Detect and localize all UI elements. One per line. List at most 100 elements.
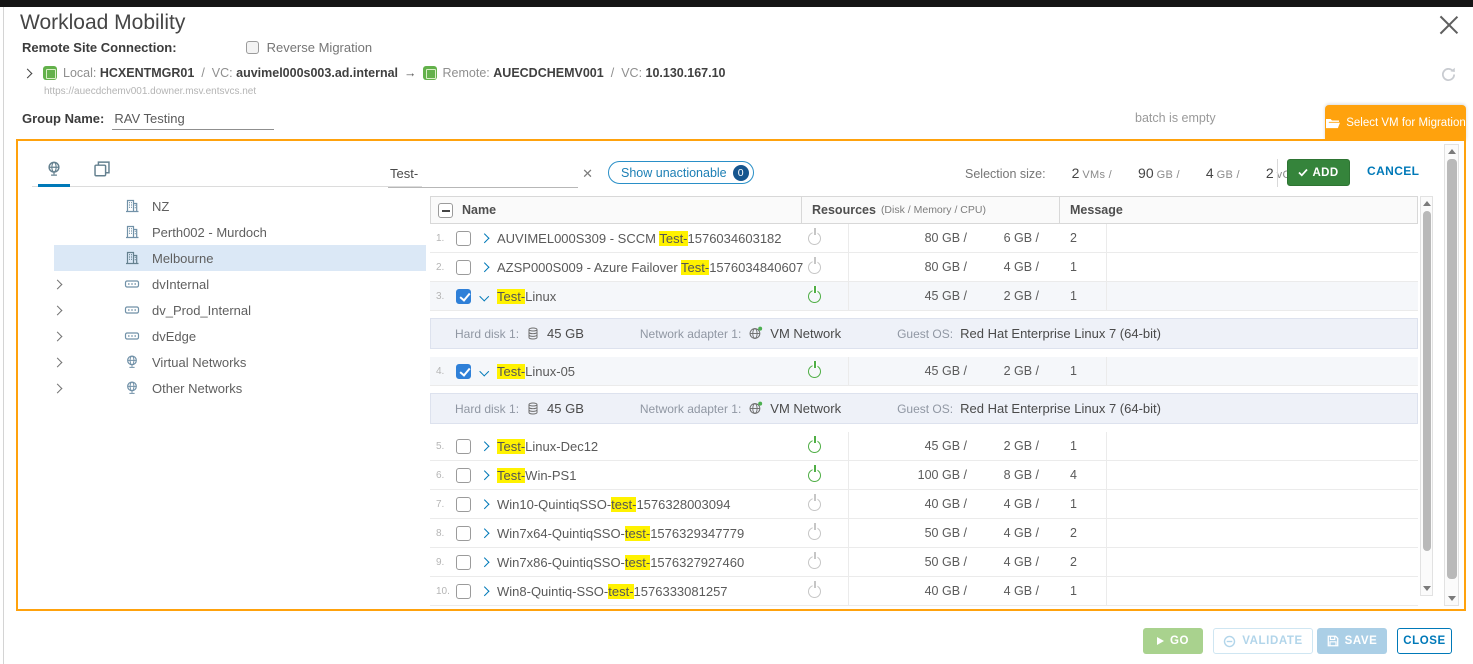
tree-expand-chevron-icon[interactable] — [53, 383, 63, 393]
table-row[interactable]: 7. Win10-QuintiqSSO-test-1576328003094 4… — [430, 490, 1418, 519]
row-checkbox[interactable] — [456, 364, 471, 379]
table-row[interactable]: 1. AUVIMEL000S309 - SCCM Test-1576034603… — [430, 224, 1418, 253]
vm-name-text: 1576034840607 — [709, 260, 803, 275]
tab-networks-view[interactable] — [40, 155, 68, 183]
expand-chevron-icon[interactable] — [480, 233, 489, 242]
vm-selection-panel: NZ Perth002 - Murdoch Melbourne dvIntern… — [16, 139, 1466, 611]
validate-button[interactable]: VALIDATE — [1213, 628, 1313, 654]
expand-chevron-icon[interactable] — [480, 262, 489, 271]
vm-search-input[interactable] — [388, 163, 578, 188]
power-icon — [808, 556, 821, 569]
guest-os-value: Red Hat Enterprise Linux 7 (64-bit) — [960, 401, 1161, 416]
row-checkbox[interactable] — [456, 231, 471, 246]
row-checkbox[interactable] — [456, 555, 471, 570]
expand-chevron-icon[interactable] — [480, 441, 489, 450]
tree-expand-chevron-icon[interactable] — [53, 331, 63, 341]
vm-name: Win7x86-QuintiqSSO-test-1576327927460 — [497, 555, 808, 570]
expand-chevron-icon[interactable] — [480, 470, 489, 479]
sidebar-item-perth002[interactable]: Perth002 - Murdoch — [18, 219, 426, 245]
row-checkbox[interactable] — [456, 289, 471, 304]
row-checkbox[interactable] — [456, 260, 471, 275]
separator: / — [611, 66, 614, 80]
close-button[interactable]: CLOSE — [1397, 628, 1452, 654]
vm-name: Test-Linux-Dec12 — [497, 439, 808, 454]
selection-size-summary: Selection size: 2VMs / 90GB / 4GB / 2vCP… — [965, 165, 1307, 181]
expand-chevron-icon[interactable] — [480, 586, 489, 595]
resources-cell: 80 GB /6 GB /2 — [848, 224, 1106, 252]
table-row[interactable]: 6. Test-Win-PS1 100 GB /8 GB /4 — [430, 461, 1418, 490]
power-icon — [808, 232, 821, 245]
tree-expand-chevron-icon[interactable] — [53, 305, 63, 315]
sidebar-item-dvinternal[interactable]: dvInternal — [18, 271, 426, 297]
tree-tab-bar — [32, 153, 422, 187]
row-checkbox[interactable] — [456, 497, 471, 512]
sidebar-item-virtual-networks[interactable]: Virtual Networks — [18, 349, 426, 375]
scrollbar-thumb[interactable] — [1423, 211, 1431, 551]
expand-chevron-icon[interactable] — [480, 528, 489, 537]
show-unactionable-button[interactable]: Show unactionable 0 — [608, 161, 754, 184]
expand-chevron-icon[interactable] — [480, 557, 489, 566]
vm-name-text: Win7x64-QuintiqSSO- — [497, 526, 625, 541]
select-all-checkbox[interactable] — [438, 203, 453, 218]
scroll-down-icon[interactable] — [1448, 596, 1456, 601]
scroll-up-icon[interactable] — [1448, 149, 1456, 154]
tree-expand-chevron-icon[interactable] — [53, 279, 63, 289]
vm-name-highlight: Test- — [681, 260, 709, 275]
clear-search-icon[interactable]: ✕ — [582, 166, 593, 182]
expand-chevron-icon[interactable] — [480, 291, 489, 300]
host-stack-icon — [93, 160, 111, 178]
table-row[interactable]: 5. Test-Linux-Dec12 45 GB /2 GB /1 — [430, 432, 1418, 461]
show-unactionable-label: Show unactionable — [621, 166, 727, 180]
cancel-button[interactable]: CANCEL — [1367, 164, 1419, 178]
add-button[interactable]: ADD — [1287, 159, 1350, 186]
table-row[interactable]: 9. Win7x86-QuintiqSSO-test-1576327927460… — [430, 548, 1418, 577]
reverse-migration-checkbox[interactable] — [246, 41, 259, 54]
row-checkbox[interactable] — [456, 584, 471, 599]
vm-name-text: 1576333081257 — [634, 584, 728, 599]
select-vm-for-migration-tab[interactable]: Select VM for Migration — [1325, 105, 1466, 141]
sidebar-item-dvedge[interactable]: dvEdge — [18, 323, 426, 349]
table-row[interactable]: 8. Win7x64-QuintiqSSO-test-1576329347779… — [430, 519, 1418, 548]
vm-name: Win8-Quintiq-SSO-test-1576333081257 — [497, 584, 808, 599]
local-label: Local: — [63, 66, 96, 80]
table-row[interactable]: 10. Win8-Quintiq-SSO-test-1576333081257 … — [430, 577, 1418, 606]
vm-name-highlight: test- — [608, 584, 633, 599]
go-button[interactable]: GO — [1143, 628, 1203, 654]
panel-scrollbar[interactable] — [1444, 144, 1459, 606]
tree-expand-chevron-icon[interactable] — [53, 357, 63, 367]
message-cell — [1106, 519, 1418, 547]
connection-expand-chevron-icon[interactable] — [23, 68, 33, 78]
guest-os-label: Guest OS: — [897, 402, 953, 416]
row-checkbox[interactable] — [456, 468, 471, 483]
sidebar-item-other-networks[interactable]: Other Networks — [18, 375, 426, 401]
table-row[interactable]: 3. Test-Linux 45 GB /2 GB /1 — [430, 282, 1418, 311]
scrollbar-thumb[interactable] — [1447, 159, 1457, 579]
row-number: 6. — [430, 470, 456, 481]
vm-name: Win10-QuintiqSSO-test-1576328003094 — [497, 497, 808, 512]
row-checkbox[interactable] — [456, 439, 471, 454]
table-row[interactable]: 2. AZSP000S009 - Azure Failover Test-157… — [430, 253, 1418, 282]
row-checkbox[interactable] — [456, 526, 471, 541]
refresh-icon[interactable] — [1440, 66, 1457, 83]
row-number: 10. — [430, 586, 456, 597]
hard-disk-icon — [526, 401, 540, 416]
group-name-input[interactable] — [112, 110, 274, 130]
site-connection-row[interactable]: Local: HCXENTMGR01 / VC: auvimel000s003.… — [24, 66, 725, 80]
table-scrollbar[interactable] — [1420, 196, 1433, 596]
sidebar-item-nz[interactable]: NZ — [18, 193, 426, 219]
vm-name: Test-Linux — [497, 289, 808, 304]
vm-name: AUVIMEL000S309 - SCCM Test-1576034603182 — [497, 231, 808, 246]
scroll-up-icon[interactable] — [1423, 201, 1431, 206]
local-vc-name: auvimel000s003.ad.internal — [236, 66, 398, 80]
message-cell — [1106, 357, 1418, 385]
sidebar-item-melbourne[interactable]: Melbourne — [54, 245, 426, 271]
save-button[interactable]: SAVE — [1317, 628, 1387, 654]
expand-chevron-icon[interactable] — [480, 366, 489, 375]
table-row[interactable]: 4. Test-Linux-05 45 GB /2 GB /1 — [430, 357, 1418, 386]
sidebar-item-dv-prod-internal[interactable]: dv_Prod_Internal — [18, 297, 426, 323]
close-icon[interactable] — [1440, 13, 1458, 31]
tab-compute-view[interactable] — [88, 155, 116, 183]
expand-chevron-icon[interactable] — [480, 499, 489, 508]
scroll-down-icon[interactable] — [1423, 586, 1431, 591]
vm-name-highlight: test- — [611, 497, 636, 512]
